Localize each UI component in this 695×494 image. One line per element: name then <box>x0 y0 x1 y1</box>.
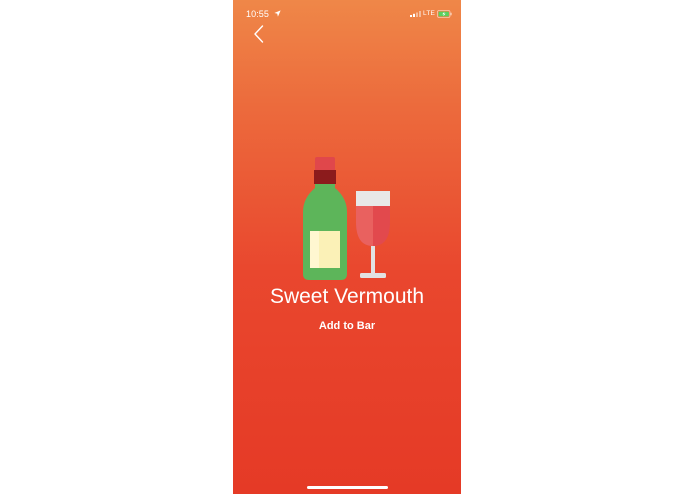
wine-glass-icon <box>356 191 390 278</box>
wine-bottle-icon <box>303 157 347 280</box>
network-type: LTE <box>423 10 436 17</box>
add-to-bar-button[interactable]: Add to Bar <box>307 317 387 335</box>
chevron-left-icon <box>254 25 264 43</box>
wine-bottle-and-glass-icon <box>303 157 390 280</box>
battery-charging-icon <box>437 10 452 18</box>
back-button[interactable] <box>250 22 268 46</box>
location-arrow-icon <box>274 10 281 17</box>
app-screen: 10:55 LTE Sweet Vermouth Add to Bar <box>233 0 461 494</box>
status-time: 10:55 <box>246 9 270 19</box>
cellular-signal-icon <box>410 11 421 17</box>
home-indicator[interactable] <box>307 486 388 489</box>
item-title: Sweet Vermouth <box>269 285 425 308</box>
